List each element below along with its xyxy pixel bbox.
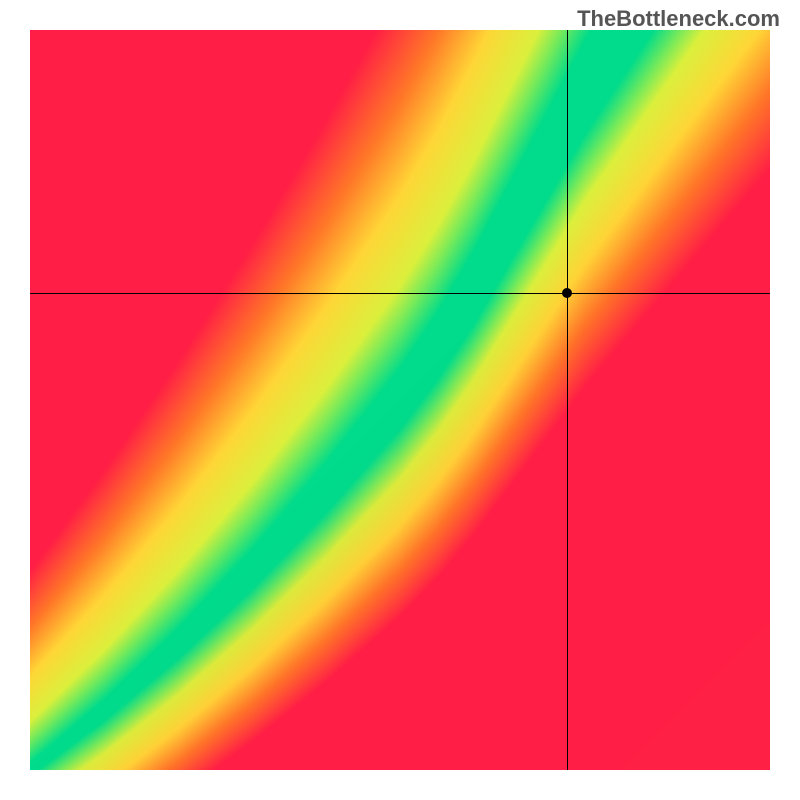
- heatmap-chart: [30, 30, 770, 770]
- crosshair-vertical: [567, 30, 568, 770]
- heatmap-canvas: [30, 30, 770, 770]
- crosshair-horizontal: [30, 293, 770, 294]
- watermark-text: TheBottleneck.com: [577, 6, 780, 32]
- data-point-marker: [562, 288, 572, 298]
